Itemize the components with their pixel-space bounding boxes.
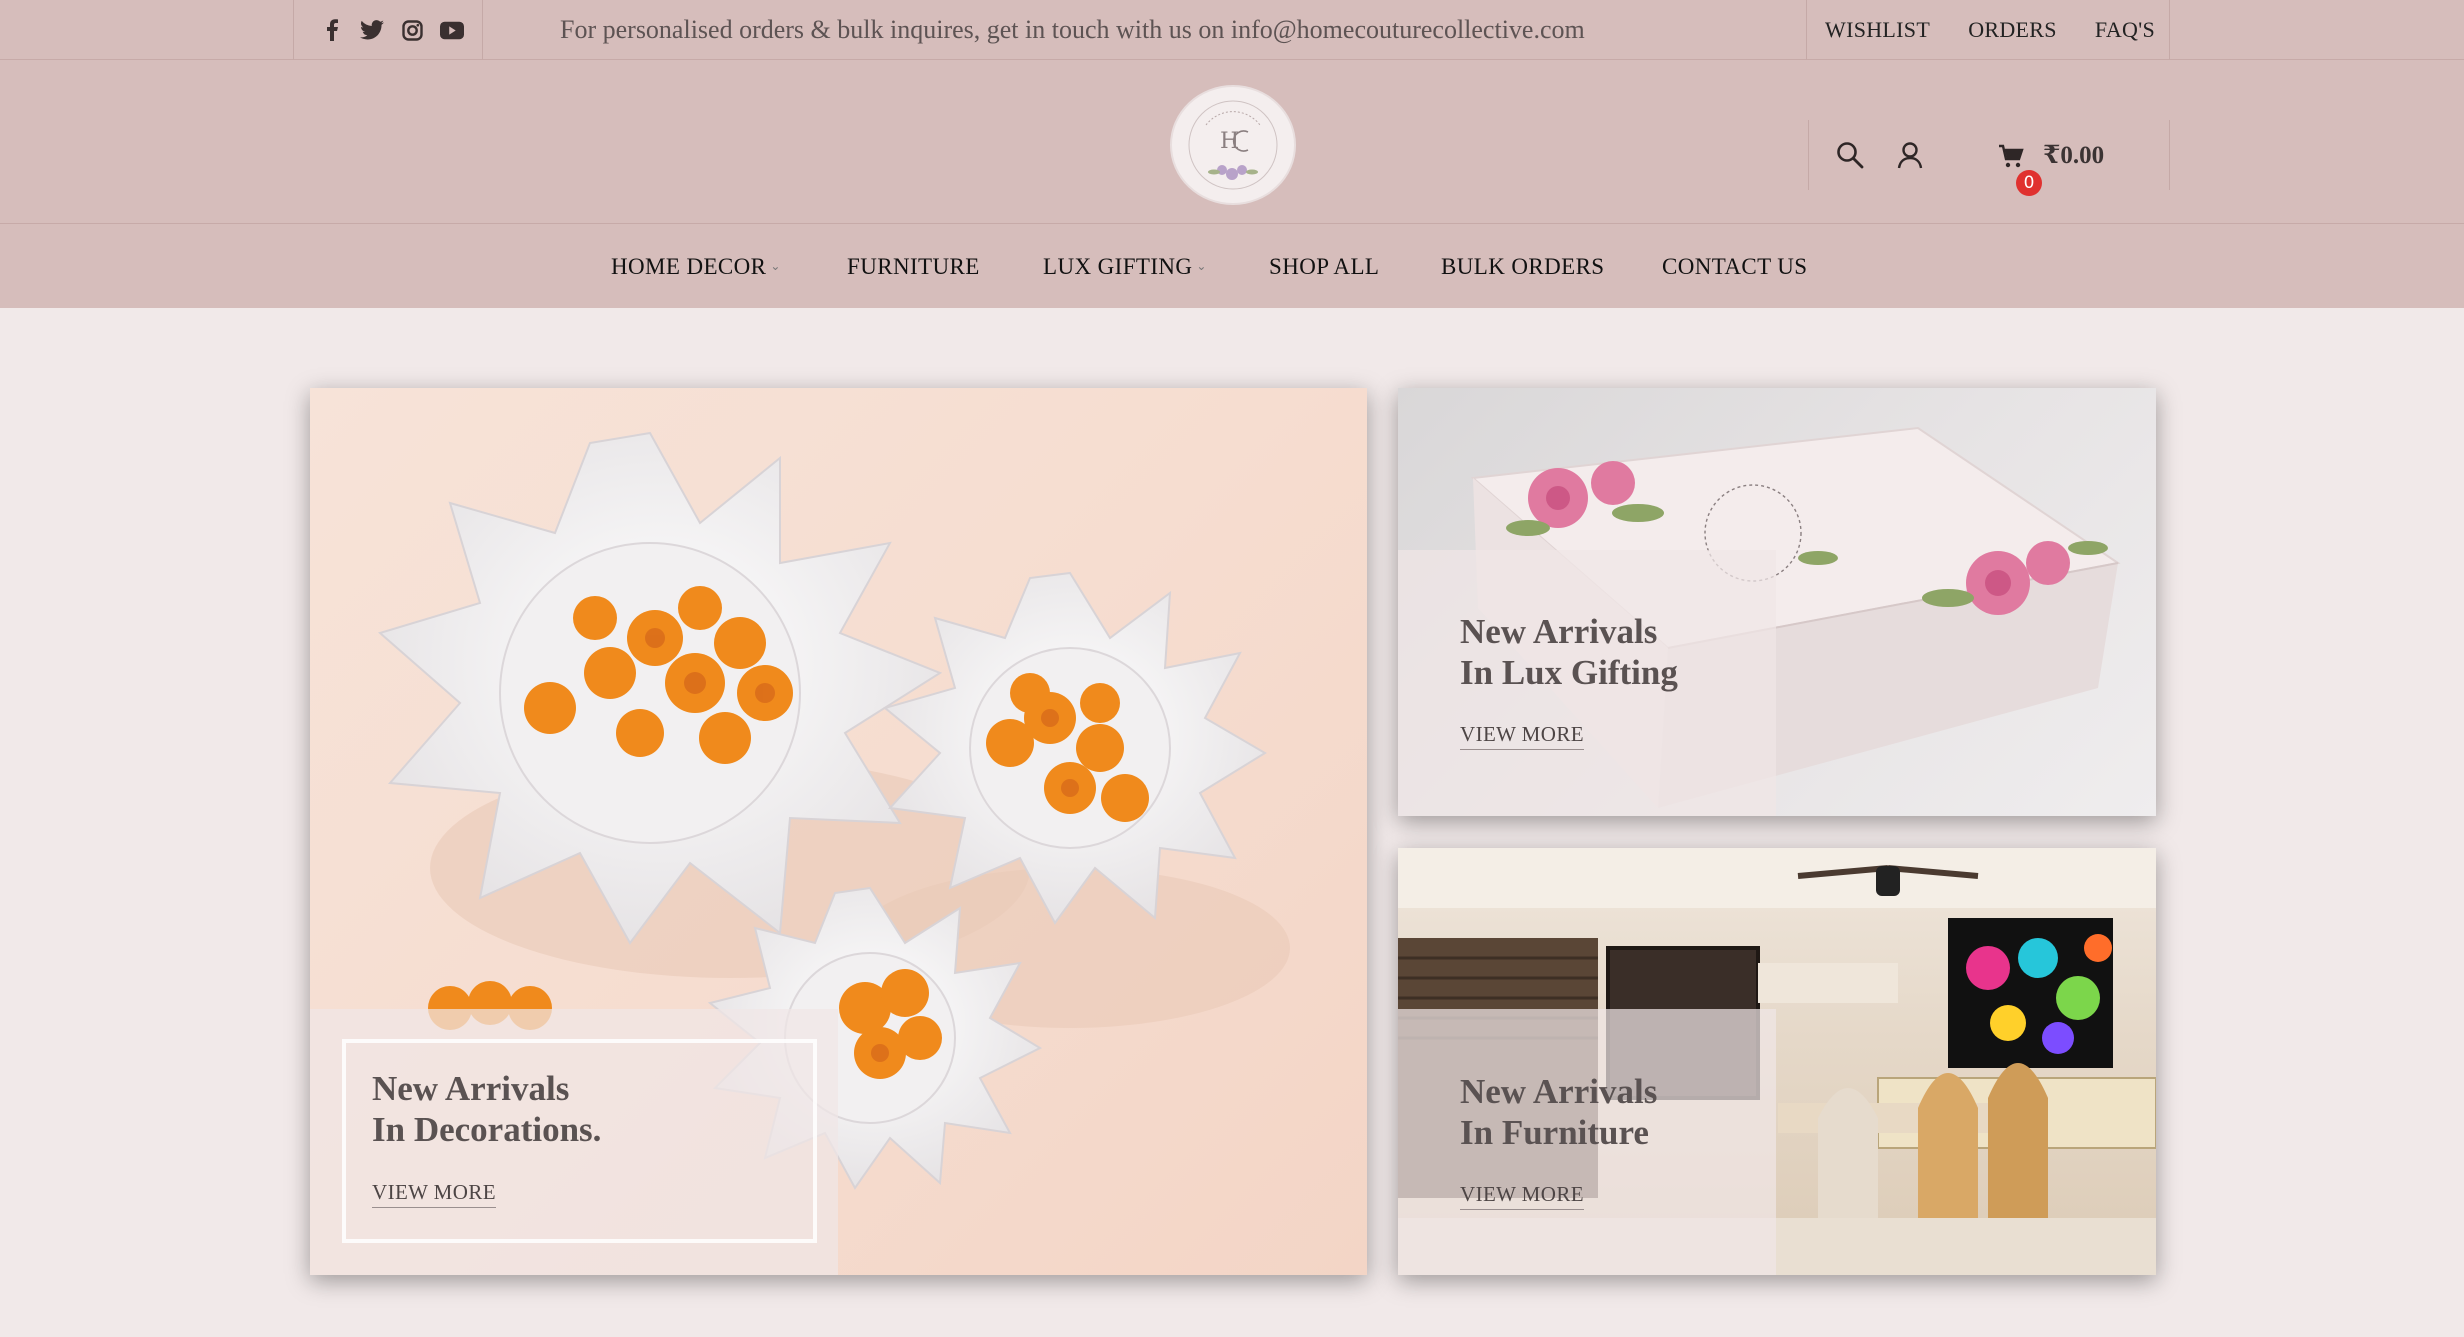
top-bar: For personalised orders & bulk inquires,…: [0, 0, 2464, 60]
search-icon[interactable]: [1835, 140, 1865, 170]
nav-label: HOME DECOR: [611, 253, 767, 279]
nav-shop-all[interactable]: SHOP ALL: [1269, 224, 1379, 309]
banner-title: New Arrivals In Decorations.: [372, 1069, 602, 1149]
banner-decorations[interactable]: New Arrivals In Decorations. VIEW MORE: [310, 388, 1367, 1275]
nav-home-decor[interactable]: HOME DECOR ⌄: [611, 224, 781, 309]
contact-message: For personalised orders & bulk inquires,…: [560, 15, 1585, 44]
twitter-icon[interactable]: [360, 18, 384, 42]
facebook-icon[interactable]: [320, 18, 344, 42]
faqs-link[interactable]: FAQ'S: [2095, 17, 2155, 43]
view-more-link[interactable]: VIEW MORE: [1460, 722, 1584, 750]
brand-logo[interactable]: H: [1170, 85, 1296, 205]
banner-title: New Arrivals In Lux Gifting: [1460, 612, 1678, 692]
view-more-link[interactable]: VIEW MORE: [1460, 1182, 1584, 1210]
nav-label: FURNITURE: [847, 253, 980, 279]
nav-bulk-orders[interactable]: BULK ORDERS: [1441, 224, 1605, 309]
nav-label: CONTACT US: [1662, 253, 1808, 279]
nav-label: BULK ORDERS: [1441, 253, 1605, 279]
banner-title: New Arrivals In Furniture: [1460, 1072, 1658, 1152]
chevron-down-icon: ⌄: [770, 259, 781, 273]
instagram-icon[interactable]: [400, 18, 424, 42]
chevron-down-icon: ⌄: [1196, 259, 1207, 273]
main-nav: HOME DECOR ⌄ FURNITURE LUX GIFTING ⌄ SHOP …: [0, 223, 2464, 308]
nav-furniture[interactable]: FURNITURE: [847, 224, 980, 309]
wishlist-link[interactable]: WISHLIST: [1825, 17, 1930, 43]
banner-furniture[interactable]: New Arrivals In Furniture VIEW MORE: [1398, 848, 2156, 1275]
svg-text:H: H: [1220, 129, 1239, 154]
cart-total[interactable]: ₹0.00: [2043, 120, 2104, 190]
youtube-icon[interactable]: [440, 18, 464, 42]
banner-lux-gifting[interactable]: New Arrivals In Lux Gifting VIEW MORE: [1398, 388, 2156, 816]
header-tools: 0 ₹0.00: [1808, 120, 2170, 196]
nav-label: LUX GIFTING: [1043, 253, 1193, 279]
account-icon[interactable]: [1895, 140, 1925, 170]
nav-label: SHOP ALL: [1269, 253, 1380, 279]
top-links: WISHLIST ORDERS FAQ'S: [1806, 0, 2170, 60]
view-more-link[interactable]: VIEW MORE: [372, 1180, 496, 1208]
social-links: [293, 0, 483, 60]
site-header: H 0 ₹0.00: [0, 60, 2464, 223]
orders-link[interactable]: ORDERS: [1968, 17, 2057, 43]
nav-lux-gifting[interactable]: LUX GIFTING ⌄: [1043, 224, 1207, 309]
cart-icon[interactable]: [1997, 142, 2025, 170]
nav-contact-us[interactable]: CONTACT US: [1662, 224, 1808, 309]
cart-count-badge: 0: [2016, 170, 2042, 196]
